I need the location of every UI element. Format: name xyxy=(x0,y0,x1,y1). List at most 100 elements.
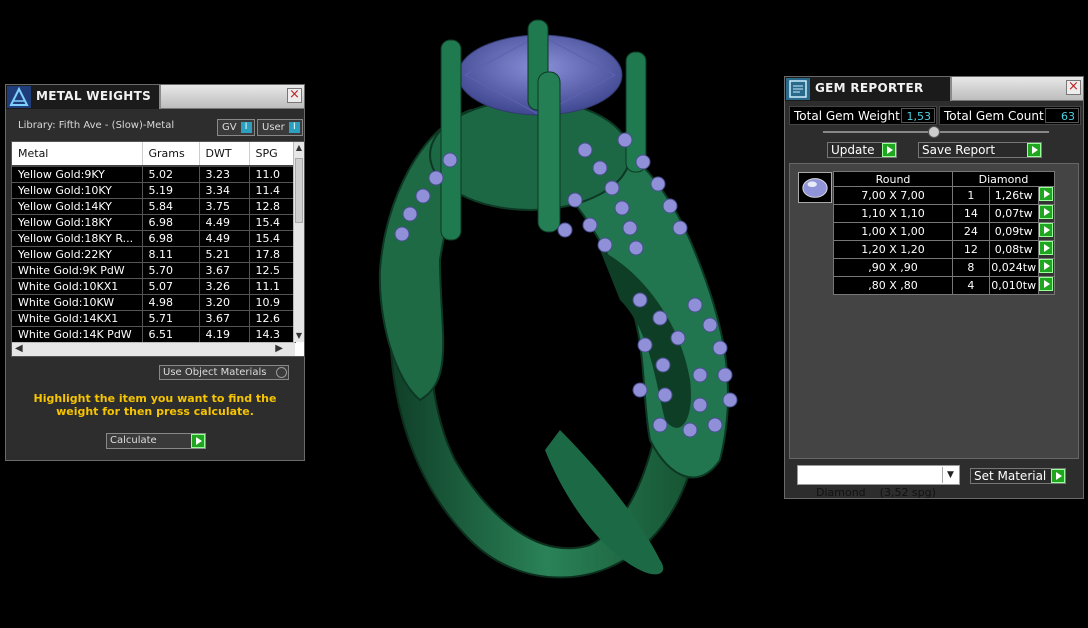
table-cell: 4.19 xyxy=(199,326,250,343)
gem-row[interactable]: ,90 X ,90 8 0,024tw xyxy=(833,258,1056,277)
table-cell: 15.4 xyxy=(249,214,296,231)
gem-row-select-button[interactable] xyxy=(1037,222,1056,241)
table-cell: 5.19 xyxy=(142,182,200,199)
table-row[interactable]: Yellow Gold:10KY 5.19 3.34 11.4 xyxy=(12,182,296,199)
metal-table-vscrollbar[interactable]: ▲ ▼ xyxy=(293,142,304,342)
splitter-knob[interactable] xyxy=(928,126,940,138)
gem-row[interactable]: 1,20 X 1,20 12 0,08tw xyxy=(833,240,1056,259)
gem-cell: 24 xyxy=(952,222,990,241)
metal-weights-titlebar[interactable]: METAL WEIGHTS × xyxy=(6,85,304,109)
gem-cell: 8 xyxy=(952,258,990,277)
table-row[interactable]: Yellow Gold:18KY 6.98 4.49 15.4 xyxy=(12,214,296,231)
table-cell: 5.84 xyxy=(142,198,200,215)
table-cell: Yellow Gold:14KY xyxy=(12,198,143,215)
table-cell: Yellow Gold:18KY R... xyxy=(12,230,143,247)
play-arrow-icon xyxy=(1039,205,1054,219)
table-cell: 3.67 xyxy=(199,262,250,279)
gem-row-select-button[interactable] xyxy=(1037,204,1056,223)
table-row[interactable]: White Gold:14KX1 5.71 3.67 12.6 xyxy=(12,310,296,327)
table-cell: 3.26 xyxy=(199,278,250,295)
gem-cell: 0,08tw xyxy=(988,240,1039,259)
table-cell: Yellow Gold:10KY xyxy=(12,182,143,199)
table-cell: 3.20 xyxy=(199,294,250,311)
gem-report-icon xyxy=(786,78,810,100)
close-icon: × xyxy=(289,87,300,102)
close-icon: × xyxy=(1068,79,1079,94)
use-object-materials-toggle[interactable]: Use Object Materials xyxy=(159,365,289,380)
chevron-down-icon[interactable]: ▼ xyxy=(942,467,958,483)
scroll-left-icon[interactable]: ◀ xyxy=(15,343,23,354)
scroll-up-icon[interactable]: ▲ xyxy=(294,142,304,154)
gem-cell: ,80 X ,80 xyxy=(833,276,953,295)
col-grams[interactable]: Grams xyxy=(142,142,200,167)
gem-list-area: Round Diamond 7,00 X 7,00 1 1,26tw 1,10 X 1… xyxy=(789,163,1079,459)
metal-table-header: Metal Grams DWT SPG xyxy=(12,142,296,167)
table-cell: White Gold:9K PdW xyxy=(12,262,143,279)
table-cell: 3.23 xyxy=(199,166,250,183)
play-arrow-icon xyxy=(1027,143,1041,157)
gem-row[interactable]: ,80 X ,80 4 0,010tw xyxy=(833,276,1056,295)
update-button[interactable]: Update xyxy=(827,142,897,158)
table-cell: White Gold:10KW xyxy=(12,294,143,311)
save-report-button[interactable]: Save Report xyxy=(918,142,1042,158)
gv-label: GV xyxy=(222,122,237,133)
table-cell: Yellow Gold:18KY xyxy=(12,214,143,231)
gem-row-select-button[interactable] xyxy=(1037,240,1056,259)
table-cell: 14.3 xyxy=(249,326,296,343)
table-cell: 5.02 xyxy=(142,166,200,183)
gem-row[interactable]: 1,00 X 1,00 24 0,09tw xyxy=(833,222,1056,241)
metal-table-container: Metal Grams DWT SPG Yellow Gold:9KY 5.02 3… xyxy=(11,141,305,357)
play-arrow-icon xyxy=(191,434,205,448)
table-row[interactable]: Yellow Gold:14KY 5.84 3.75 12.8 xyxy=(12,198,296,215)
scroll-down-icon[interactable]: ▼ xyxy=(294,330,304,342)
gem-row[interactable]: 1,10 X 1,10 14 0,07tw xyxy=(833,204,1056,223)
play-arrow-icon xyxy=(882,143,896,157)
scroll-right-icon[interactable]: ▶ xyxy=(275,343,283,354)
user-toggle[interactable]: User I xyxy=(257,119,303,136)
total-gem-count-text: Total Gem Count xyxy=(944,109,1044,123)
play-arrow-icon xyxy=(1039,259,1054,273)
scroll-thumb[interactable] xyxy=(295,158,303,223)
table-cell: White Gold:14KX1 xyxy=(12,310,143,327)
gem-table-header: Round Diamond xyxy=(833,171,1055,187)
metal-weights-title-tab: METAL WEIGHTS xyxy=(6,85,162,109)
table-row[interactable]: White Gold:14K PdW 6.51 4.19 14.3 xyxy=(12,326,296,343)
gem-reporter-title-tab: GEM REPORTER xyxy=(785,77,952,101)
instruction-text: Highlight the item you want to find the … xyxy=(33,392,277,418)
gem-reporter-close-button[interactable]: × xyxy=(1066,80,1081,95)
table-row[interactable]: White Gold:10KW 4.98 3.20 10.9 xyxy=(12,294,296,311)
table-row[interactable]: White Gold:10KX1 5.07 3.26 11.1 xyxy=(12,278,296,295)
gv-toggle[interactable]: GV I xyxy=(217,119,255,136)
gem-row-select-button[interactable] xyxy=(1037,258,1056,277)
table-cell: 11.0 xyxy=(249,166,296,183)
gem-cell: 1 xyxy=(952,186,990,205)
col-spg[interactable]: SPG xyxy=(249,142,296,167)
gv-indicator-icon: I xyxy=(240,122,252,133)
material-select-value: Diamond (3,52 spg) xyxy=(816,486,936,499)
gem-table: Round Diamond 7,00 X 7,00 1 1,26tw 1,10 X 1… xyxy=(833,171,1056,295)
gem-row-select-button[interactable] xyxy=(1037,186,1056,205)
table-cell: 8.11 xyxy=(142,246,200,263)
metal-table-hscrollbar[interactable]: ◀ ▶ xyxy=(12,342,295,356)
play-arrow-icon xyxy=(1039,241,1054,255)
gem-row-select-button[interactable] xyxy=(1037,276,1056,295)
gem-reporter-titlebar[interactable]: GEM REPORTER × xyxy=(785,77,1083,101)
table-row[interactable]: Yellow Gold:22KY 8.11 5.21 17.8 xyxy=(12,246,296,263)
table-row[interactable]: Yellow Gold:9KY 5.02 3.23 11.0 xyxy=(12,166,296,183)
table-cell: 5.21 xyxy=(199,246,250,263)
set-material-button[interactable]: Set Material xyxy=(970,468,1066,484)
col-dwt[interactable]: DWT xyxy=(199,142,250,167)
table-row[interactable]: White Gold:9K PdW 5.70 3.67 12.5 xyxy=(12,262,296,279)
table-cell: 11.1 xyxy=(249,278,296,295)
material-select[interactable]: Diamond (3,52 spg) ▼ xyxy=(797,465,960,499)
table-row[interactable]: Yellow Gold:18KY R... 6.98 4.49 15.4 xyxy=(12,230,296,247)
table-cell: White Gold:10KX1 xyxy=(12,278,143,295)
calculate-button[interactable]: Calculate xyxy=(106,433,206,449)
table-cell: 15.4 xyxy=(249,230,296,247)
gem-row[interactable]: 7,00 X 7,00 1 1,26tw xyxy=(833,186,1056,205)
round-gem-icon[interactable] xyxy=(798,172,832,203)
col-metal[interactable]: Metal xyxy=(12,142,143,167)
total-gem-count-value: 63 xyxy=(1045,108,1079,123)
metal-weights-close-button[interactable]: × xyxy=(287,88,302,103)
play-arrow-icon xyxy=(1039,277,1054,291)
